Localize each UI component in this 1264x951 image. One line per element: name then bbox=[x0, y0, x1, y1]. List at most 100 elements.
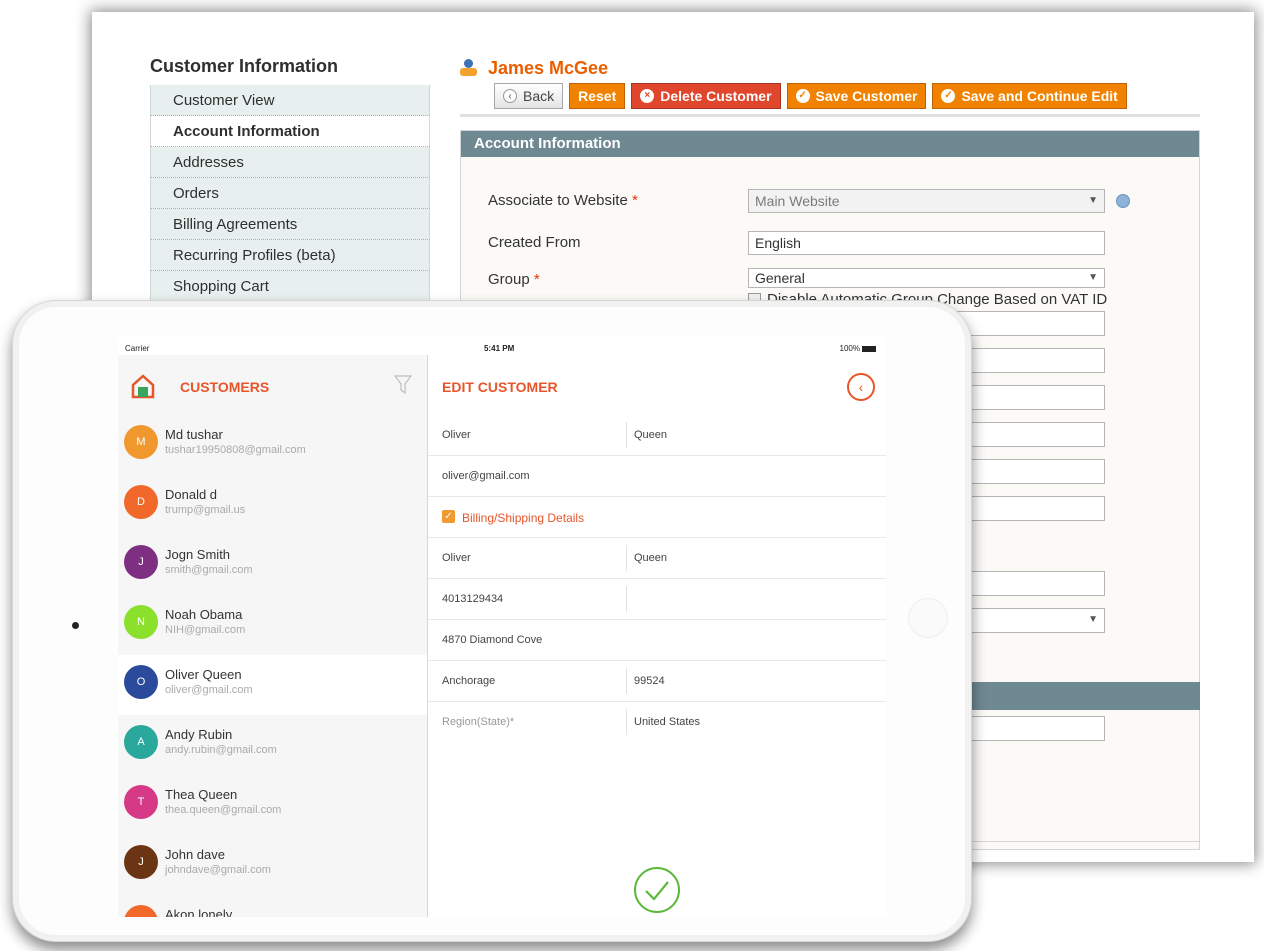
group-value: General bbox=[755, 270, 805, 286]
dropdown-arrow-icon: ▼ bbox=[1088, 272, 1098, 283]
help-icon[interactable] bbox=[1116, 194, 1130, 208]
check-icon: ✓ bbox=[795, 89, 810, 103]
customer-email: trump@gmail.us bbox=[165, 504, 246, 516]
avatar: T bbox=[124, 785, 158, 819]
customer-email: andy.rubin@gmail.com bbox=[165, 744, 277, 756]
checked-checkbox-icon[interactable]: ✓ bbox=[442, 510, 455, 523]
customer-name: Donald d bbox=[165, 487, 218, 502]
filter-icon[interactable] bbox=[394, 375, 412, 395]
last-name-field[interactable]: Queen bbox=[634, 429, 667, 441]
group-row: Group * General ▼ bbox=[461, 268, 1201, 288]
created-from-row: Created From English bbox=[461, 231, 1201, 255]
customer-list-item[interactable]: M Md tushar tushar19950808@gmail.com bbox=[118, 415, 427, 475]
customer-list-item[interactable]: J John dave johndave@gmail.com bbox=[118, 835, 427, 895]
battery-icon bbox=[862, 345, 876, 352]
home-icon[interactable] bbox=[130, 373, 156, 399]
reset-button[interactable]: Reset bbox=[569, 83, 626, 109]
customer-list-item[interactable]: N Noah Obama NIH@gmail.com bbox=[118, 595, 427, 655]
avatar: D bbox=[124, 485, 158, 519]
street-field[interactable]: 4870 Diamond Cove bbox=[442, 634, 542, 646]
billing-label: Billing/Shipping Details bbox=[462, 511, 585, 525]
customer-list-item[interactable]: T Thea Queen thea.queen@gmail.com bbox=[118, 775, 427, 835]
tab-orders[interactable]: Orders bbox=[150, 178, 430, 209]
delete-customer-button[interactable]: × Delete Customer bbox=[631, 83, 781, 109]
created-from-field[interactable]: English bbox=[748, 231, 1105, 255]
zip-field[interactable]: 99524 bbox=[634, 675, 665, 687]
edit-nav-bar: EDIT CUSTOMER ‹ bbox=[428, 355, 886, 415]
tab-addresses[interactable]: Addresses bbox=[150, 147, 430, 178]
checkmark-icon[interactable] bbox=[633, 866, 681, 914]
avatar: M bbox=[124, 425, 158, 459]
edit-customer-pane: EDIT CUSTOMER ‹ Oliver Queen oliver@gmai… bbox=[428, 355, 886, 917]
section-header: Account Information bbox=[461, 131, 1199, 157]
customer-email: tushar19950808@gmail.com bbox=[165, 444, 306, 456]
billing-first-name-field[interactable]: Oliver bbox=[442, 552, 471, 564]
website-value: Main Website bbox=[755, 193, 840, 209]
clock: 5:41 PM bbox=[484, 344, 515, 353]
tab-account-information[interactable]: Account Information bbox=[150, 116, 430, 147]
customer-name: Akon lonely bbox=[165, 907, 233, 917]
tab-billing-agreements[interactable]: Billing Agreements bbox=[150, 209, 430, 240]
customer-list-item[interactable]: J Jogn Smith smith@gmail.com bbox=[118, 535, 427, 595]
customer-header: James McGee ‹ Back Reset × Delete Custom… bbox=[460, 58, 1200, 117]
delete-icon: × bbox=[640, 89, 655, 103]
customer-email: smith@gmail.com bbox=[165, 564, 253, 576]
customer-list-item[interactable]: D Donald d trump@gmail.us bbox=[118, 475, 427, 535]
customer-list: M Md tushar tushar19950808@gmail.com D Donal… bbox=[118, 415, 427, 917]
group-select[interactable]: General ▼ bbox=[748, 268, 1105, 288]
email-field[interactable]: oliver@gmail.com bbox=[442, 470, 530, 482]
delete-button-label: Delete Customer bbox=[660, 88, 772, 104]
customers-title: CUSTOMERS bbox=[180, 379, 270, 395]
back-button[interactable]: ‹ Back bbox=[494, 83, 564, 109]
save-continue-label: Save and Continue Edit bbox=[961, 88, 1118, 104]
customer-name: Oliver Queen bbox=[165, 667, 242, 682]
customer-list-item[interactable]: A Andy Rubin andy.rubin@gmail.com bbox=[118, 715, 427, 775]
customer-name: Md tushar bbox=[165, 427, 223, 442]
billing-toggle-row[interactable]: ✓ Billing/Shipping Details bbox=[428, 497, 886, 538]
country-field[interactable]: United States bbox=[634, 716, 700, 728]
customer-name: Andy Rubin bbox=[165, 727, 233, 742]
created-from-label: Created From bbox=[488, 234, 581, 251]
name-row: Oliver Queen bbox=[428, 415, 886, 456]
first-name-field[interactable]: Oliver bbox=[442, 429, 471, 441]
home-button[interactable] bbox=[908, 598, 948, 638]
back-arrow-icon: ‹ bbox=[503, 89, 517, 103]
customer-email: NIH@gmail.com bbox=[165, 624, 246, 636]
edit-customer-title: EDIT CUSTOMER bbox=[442, 379, 558, 395]
battery-indicator: 100% bbox=[840, 344, 876, 353]
back-button-label: Back bbox=[523, 88, 555, 104]
customer-list-item[interactable]: O Oliver Queen oliver@gmail.com bbox=[118, 655, 427, 715]
check-icon: ✓ bbox=[941, 89, 956, 103]
tab-shopping-cart[interactable]: Shopping Cart bbox=[150, 271, 430, 302]
dropdown-arrow-icon: ▼ bbox=[1088, 614, 1098, 625]
avatar: N bbox=[124, 605, 158, 639]
phone-row: 4013129434 bbox=[428, 579, 886, 620]
tablet-screen: Carrier 5:41 PM 100% CUSTOMERS M Md tusha… bbox=[118, 337, 886, 917]
billing-last-name-field[interactable]: Queen bbox=[634, 552, 667, 564]
customer-list-item[interactable]: A Akon lonely bbox=[118, 895, 427, 917]
website-select[interactable]: Main Website ▼ bbox=[748, 189, 1105, 213]
customer-icon bbox=[460, 59, 478, 77]
customers-nav-bar: CUSTOMERS bbox=[118, 355, 427, 415]
website-label: Associate to Website * bbox=[488, 192, 638, 209]
customer-name: Noah Obama bbox=[165, 607, 243, 622]
customer-name: John dave bbox=[165, 847, 225, 862]
tab-customer-view[interactable]: Customer View bbox=[150, 85, 430, 116]
avatar: A bbox=[124, 905, 158, 917]
region-field[interactable]: Region(State)* bbox=[442, 716, 514, 728]
save-customer-button[interactable]: ✓ Save Customer bbox=[786, 83, 927, 109]
avatar: A bbox=[124, 725, 158, 759]
customer-name: Thea Queen bbox=[165, 787, 238, 802]
customer-email: johndave@gmail.com bbox=[165, 864, 271, 876]
phone-field[interactable]: 4013129434 bbox=[442, 593, 503, 605]
save-continue-button[interactable]: ✓ Save and Continue Edit bbox=[932, 83, 1127, 109]
group-label: Group * bbox=[488, 271, 540, 288]
customer-email: oliver@gmail.com bbox=[165, 684, 253, 696]
sidebar-title: Customer Information bbox=[150, 56, 339, 76]
tab-recurring-profiles[interactable]: Recurring Profiles (beta) bbox=[150, 240, 430, 271]
back-icon[interactable]: ‹ bbox=[847, 373, 875, 401]
save-button-label: Save Customer bbox=[815, 88, 918, 104]
avatar: J bbox=[124, 545, 158, 579]
email-row: oliver@gmail.com bbox=[428, 456, 886, 497]
city-field[interactable]: Anchorage bbox=[442, 675, 495, 687]
